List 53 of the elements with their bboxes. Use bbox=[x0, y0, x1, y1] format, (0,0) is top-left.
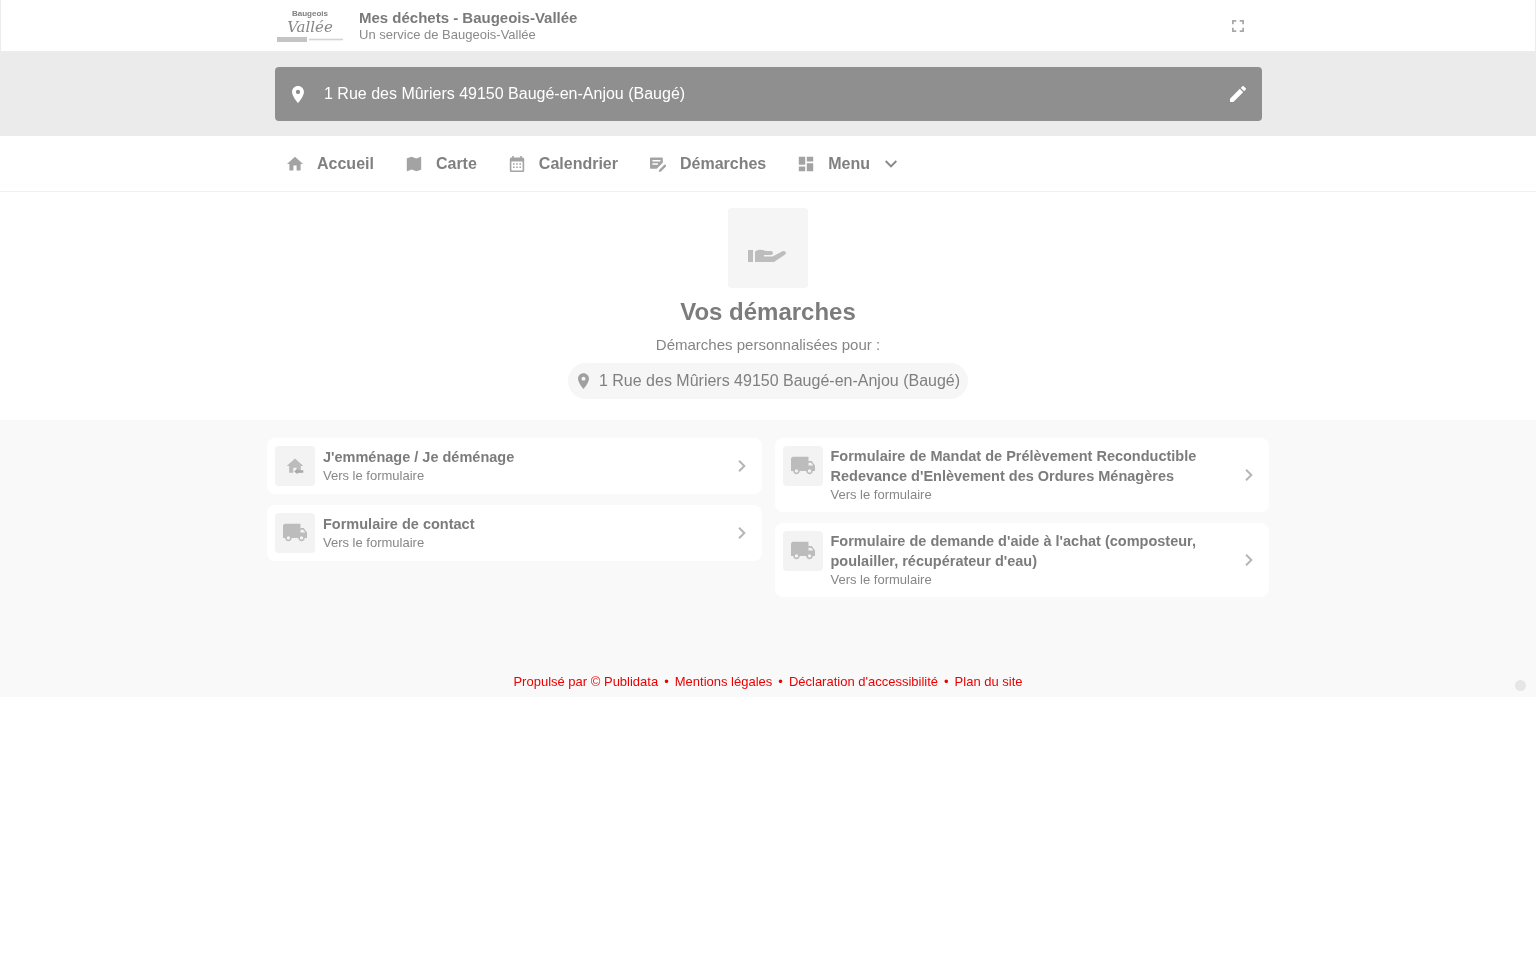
page-title: Vos démarches bbox=[680, 297, 856, 327]
separator: • bbox=[664, 673, 669, 691]
location-pin-icon bbox=[577, 373, 589, 389]
card-subtitle: Vers le formulaire bbox=[830, 571, 933, 589]
nav-link[interactable]: Démarches bbox=[679, 154, 767, 173]
card-title: Formulaire de Mandat de Prélèvement Reconductible Redevance d'Enlèvement des Ordures Ménagères bbox=[830, 447, 1198, 486]
chevron-down-icon[interactable] bbox=[885, 159, 898, 168]
fullscreen-icon bbox=[1232, 19, 1244, 32]
logo-banner-icon bbox=[277, 37, 343, 42]
card-title: Formulaire de demande d'aide à l'achat (composteur, poulailler, récupérateur d'eau) bbox=[830, 532, 1197, 571]
nav-link[interactable]: Menu bbox=[828, 154, 871, 173]
site-subtitle: Un service de Baugeois-Vallée bbox=[359, 27, 537, 42]
truck-icon bbox=[782, 531, 823, 571]
home-icon bbox=[287, 155, 303, 172]
location-pin-icon bbox=[292, 85, 304, 103]
address-text: 1 Rue des Mûriers 49150 Baugé-en-Anjou (Baugé) bbox=[598, 372, 961, 390]
footer-link[interactable]: Propulsé par © Publidata bbox=[513, 673, 659, 691]
document-pen-icon bbox=[649, 155, 666, 172]
address-text: 1 Rue des Mûriers 49150 Baugé-en-Anjou (Baugé) bbox=[324, 85, 686, 103]
separator: • bbox=[944, 673, 949, 691]
procedure-card[interactable]: Formulaire de demande d'aide à l'achat (composteur, poulailler, récupérateur d'eau) Vers le formulaire bbox=[774, 523, 1269, 597]
procedure-card[interactable]: J'emménage / Je déménage Vers le formulaire bbox=[267, 438, 762, 494]
map-icon bbox=[405, 155, 422, 172]
card-subtitle: Vers le formulaire bbox=[323, 467, 426, 485]
card-title: Formulaire de contact bbox=[323, 515, 476, 534]
logo-wordmark: Vallée bbox=[287, 20, 333, 35]
chevron-right-icon bbox=[1245, 469, 1253, 481]
nav-link[interactable]: Calendrier bbox=[538, 154, 618, 173]
site-title: Mes déchets - Baugeois-Vallée bbox=[359, 9, 578, 27]
procedure-card[interactable]: Formulaire de contact Vers le formulaire bbox=[267, 505, 762, 561]
card-subtitle: Vers le formulaire bbox=[830, 486, 933, 504]
chevron-right-icon bbox=[737, 460, 746, 472]
fullscreen-button[interactable] bbox=[1230, 17, 1246, 34]
separator: • bbox=[778, 673, 783, 691]
calendar-icon bbox=[508, 155, 525, 172]
chevron-right-icon bbox=[737, 527, 746, 539]
address-field[interactable]: 1 Rue des Mûriers 49150 Baugé-en-Anjou (Baugé) bbox=[275, 67, 1262, 121]
truck-icon bbox=[782, 446, 823, 486]
page-subtitle: Démarches personnalisées pour : bbox=[655, 336, 881, 354]
nav-link[interactable]: Carte bbox=[435, 154, 477, 173]
open-hand-icon bbox=[728, 208, 808, 288]
card-title: J'emménage / Je déménage bbox=[323, 448, 516, 467]
edit-icon[interactable] bbox=[1230, 86, 1246, 102]
nav-link[interactable]: Accueil bbox=[317, 154, 374, 173]
procedure-card[interactable]: Formulaire de Mandat de Prélèvement Reconductible Redevance d'Enlèvement des Ordures Ménagères Vers le formulaire bbox=[774, 438, 1269, 512]
card-subtitle: Vers le formulaire bbox=[323, 534, 426, 552]
footer-link[interactable]: Déclaration d'accessibilité bbox=[788, 673, 939, 691]
footer-link[interactable]: Plan du site bbox=[954, 673, 1023, 691]
truck-icon bbox=[275, 513, 315, 553]
logo-text: Baugeois bbox=[292, 9, 328, 18]
grid-icon bbox=[798, 155, 815, 172]
footer-link[interactable]: Mentions légales bbox=[674, 673, 773, 691]
chevron-right-icon bbox=[1245, 554, 1253, 566]
